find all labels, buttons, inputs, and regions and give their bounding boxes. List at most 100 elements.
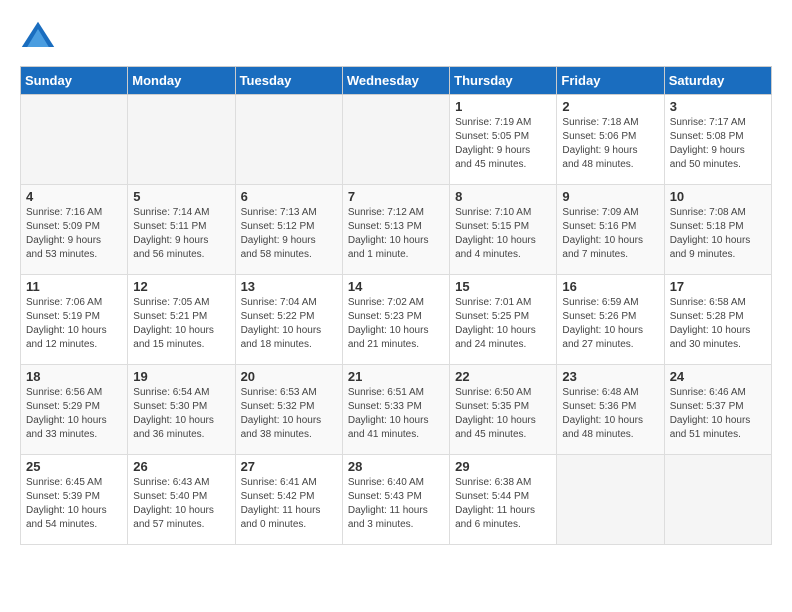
day-number: 27	[241, 459, 337, 474]
day-info: Sunrise: 6:54 AM Sunset: 5:30 PM Dayligh…	[133, 386, 229, 442]
calendar-cell: 4Sunrise: 7:16 AM Sunset: 5:09 PM Daylig…	[21, 185, 128, 275]
day-info: Sunrise: 6:48 AM Sunset: 5:36 PM Dayligh…	[562, 386, 658, 442]
day-header-wednesday: Wednesday	[342, 67, 449, 95]
day-info: Sunrise: 7:17 AM Sunset: 5:08 PM Dayligh…	[670, 116, 766, 172]
calendar-cell	[342, 95, 449, 185]
day-info: Sunrise: 6:40 AM Sunset: 5:43 PM Dayligh…	[348, 476, 444, 532]
day-info: Sunrise: 7:13 AM Sunset: 5:12 PM Dayligh…	[241, 206, 337, 262]
day-number: 28	[348, 459, 444, 474]
calendar-cell	[21, 95, 128, 185]
day-number: 26	[133, 459, 229, 474]
calendar-cell	[557, 455, 664, 545]
calendar-cell: 25 Sunrise: 6:45 AM Sunset: 5:39 PM Dayli…	[21, 455, 128, 545]
calendar-cell	[664, 455, 771, 545]
calendar-cell: 22 Sunrise: 6:50 AM Sunset: 5:35 PM Dayli…	[450, 365, 557, 455]
logo	[20, 20, 62, 56]
day-info: Sunrise: 6:45 AM Sunset: 5:39 PM Dayligh…	[26, 476, 122, 532]
day-number: 2	[562, 99, 658, 114]
calendar-cell: 20 Sunrise: 6:53 AM Sunset: 5:32 PM Dayli…	[235, 365, 342, 455]
calendar-cell: 15 Sunrise: 7:01 AM Sunset: 5:25 PM Dayli…	[450, 275, 557, 365]
calendar-week-5: 25 Sunrise: 6:45 AM Sunset: 5:39 PM Dayli…	[21, 455, 772, 545]
day-number: 7	[348, 189, 444, 204]
calendar-cell: 7 Sunrise: 7:12 AM Sunset: 5:13 PM Daylig…	[342, 185, 449, 275]
calendar-cell: 1Sunrise: 7:19 AM Sunset: 5:05 PM Daylig…	[450, 95, 557, 185]
day-number: 15	[455, 279, 551, 294]
calendar-cell	[235, 95, 342, 185]
day-number: 5	[133, 189, 229, 204]
day-number: 23	[562, 369, 658, 384]
day-info: Sunrise: 6:56 AM Sunset: 5:29 PM Dayligh…	[26, 386, 122, 442]
calendar-cell: 9Sunrise: 7:09 AM Sunset: 5:16 PM Daylig…	[557, 185, 664, 275]
day-number: 9	[562, 189, 658, 204]
day-info: Sunrise: 6:46 AM Sunset: 5:37 PM Dayligh…	[670, 386, 766, 442]
day-info: Sunrise: 7:14 AM Sunset: 5:11 PM Dayligh…	[133, 206, 229, 262]
day-info: Sunrise: 6:41 AM Sunset: 5:42 PM Dayligh…	[241, 476, 337, 532]
day-number: 17	[670, 279, 766, 294]
logo-icon	[20, 20, 56, 56]
calendar-body: 1Sunrise: 7:19 AM Sunset: 5:05 PM Daylig…	[21, 95, 772, 545]
calendar-cell: 8 Sunrise: 7:10 AM Sunset: 5:15 PM Daylig…	[450, 185, 557, 275]
calendar-cell: 2 Sunrise: 7:18 AM Sunset: 5:06 PM Daylig…	[557, 95, 664, 185]
day-info: Sunrise: 7:04 AM Sunset: 5:22 PM Dayligh…	[241, 296, 337, 352]
day-number: 4	[26, 189, 122, 204]
page-header	[20, 20, 772, 56]
day-number: 16	[562, 279, 658, 294]
calendar-cell: 11Sunrise: 7:06 AM Sunset: 5:19 PM Dayli…	[21, 275, 128, 365]
day-info: Sunrise: 7:12 AM Sunset: 5:13 PM Dayligh…	[348, 206, 444, 262]
day-info: Sunrise: 6:53 AM Sunset: 5:32 PM Dayligh…	[241, 386, 337, 442]
calendar-cell: 28 Sunrise: 6:40 AM Sunset: 5:43 PM Dayli…	[342, 455, 449, 545]
day-number: 13	[241, 279, 337, 294]
day-number: 19	[133, 369, 229, 384]
calendar-cell: 27 Sunrise: 6:41 AM Sunset: 5:42 PM Dayli…	[235, 455, 342, 545]
day-number: 14	[348, 279, 444, 294]
calendar-week-4: 18 Sunrise: 6:56 AM Sunset: 5:29 PM Dayli…	[21, 365, 772, 455]
day-number: 25	[26, 459, 122, 474]
day-number: 8	[455, 189, 551, 204]
calendar-cell: 24 Sunrise: 6:46 AM Sunset: 5:37 PM Dayli…	[664, 365, 771, 455]
calendar-cell: 26 Sunrise: 6:43 AM Sunset: 5:40 PM Dayli…	[128, 455, 235, 545]
calendar-cell	[128, 95, 235, 185]
calendar-cell: 3 Sunrise: 7:17 AM Sunset: 5:08 PM Daylig…	[664, 95, 771, 185]
day-number: 22	[455, 369, 551, 384]
calendar-header-row: SundayMondayTuesdayWednesdayThursdayFrid…	[21, 67, 772, 95]
day-number: 10	[670, 189, 766, 204]
calendar-cell: 6 Sunrise: 7:13 AM Sunset: 5:12 PM Daylig…	[235, 185, 342, 275]
calendar-cell: 17Sunrise: 6:58 AM Sunset: 5:28 PM Dayli…	[664, 275, 771, 365]
day-header-sunday: Sunday	[21, 67, 128, 95]
calendar-cell: 16 Sunrise: 6:59 AM Sunset: 5:26 PM Dayli…	[557, 275, 664, 365]
day-info: Sunrise: 6:51 AM Sunset: 5:33 PM Dayligh…	[348, 386, 444, 442]
day-header-monday: Monday	[128, 67, 235, 95]
day-info: Sunrise: 7:08 AM Sunset: 5:18 PM Dayligh…	[670, 206, 766, 262]
day-number: 3	[670, 99, 766, 114]
calendar-week-2: 4Sunrise: 7:16 AM Sunset: 5:09 PM Daylig…	[21, 185, 772, 275]
day-info: Sunrise: 6:43 AM Sunset: 5:40 PM Dayligh…	[133, 476, 229, 532]
day-info: Sunrise: 6:38 AM Sunset: 5:44 PM Dayligh…	[455, 476, 551, 532]
day-info: Sunrise: 7:10 AM Sunset: 5:15 PM Dayligh…	[455, 206, 551, 262]
calendar-week-3: 11Sunrise: 7:06 AM Sunset: 5:19 PM Dayli…	[21, 275, 772, 365]
calendar-cell: 5 Sunrise: 7:14 AM Sunset: 5:11 PM Daylig…	[128, 185, 235, 275]
day-header-tuesday: Tuesday	[235, 67, 342, 95]
calendar-cell: 13 Sunrise: 7:04 AM Sunset: 5:22 PM Dayli…	[235, 275, 342, 365]
day-header-saturday: Saturday	[664, 67, 771, 95]
calendar-table: SundayMondayTuesdayWednesdayThursdayFrid…	[20, 66, 772, 545]
day-header-friday: Friday	[557, 67, 664, 95]
calendar-cell: 12Sunrise: 7:05 AM Sunset: 5:21 PM Dayli…	[128, 275, 235, 365]
day-info: Sunrise: 6:59 AM Sunset: 5:26 PM Dayligh…	[562, 296, 658, 352]
calendar-cell: 21 Sunrise: 6:51 AM Sunset: 5:33 PM Dayli…	[342, 365, 449, 455]
calendar-cell: 10 Sunrise: 7:08 AM Sunset: 5:18 PM Dayli…	[664, 185, 771, 275]
calendar-cell: 23 Sunrise: 6:48 AM Sunset: 5:36 PM Dayli…	[557, 365, 664, 455]
day-info: Sunrise: 6:50 AM Sunset: 5:35 PM Dayligh…	[455, 386, 551, 442]
day-info: Sunrise: 7:01 AM Sunset: 5:25 PM Dayligh…	[455, 296, 551, 352]
day-info: Sunrise: 7:18 AM Sunset: 5:06 PM Dayligh…	[562, 116, 658, 172]
day-number: 24	[670, 369, 766, 384]
day-number: 20	[241, 369, 337, 384]
calendar-cell: 29 Sunrise: 6:38 AM Sunset: 5:44 PM Dayli…	[450, 455, 557, 545]
day-number: 21	[348, 369, 444, 384]
day-header-thursday: Thursday	[450, 67, 557, 95]
day-number: 29	[455, 459, 551, 474]
day-info: Sunrise: 7:19 AM Sunset: 5:05 PM Dayligh…	[455, 116, 551, 172]
day-number: 6	[241, 189, 337, 204]
day-number: 18	[26, 369, 122, 384]
calendar-cell: 18 Sunrise: 6:56 AM Sunset: 5:29 PM Dayli…	[21, 365, 128, 455]
day-number: 12	[133, 279, 229, 294]
